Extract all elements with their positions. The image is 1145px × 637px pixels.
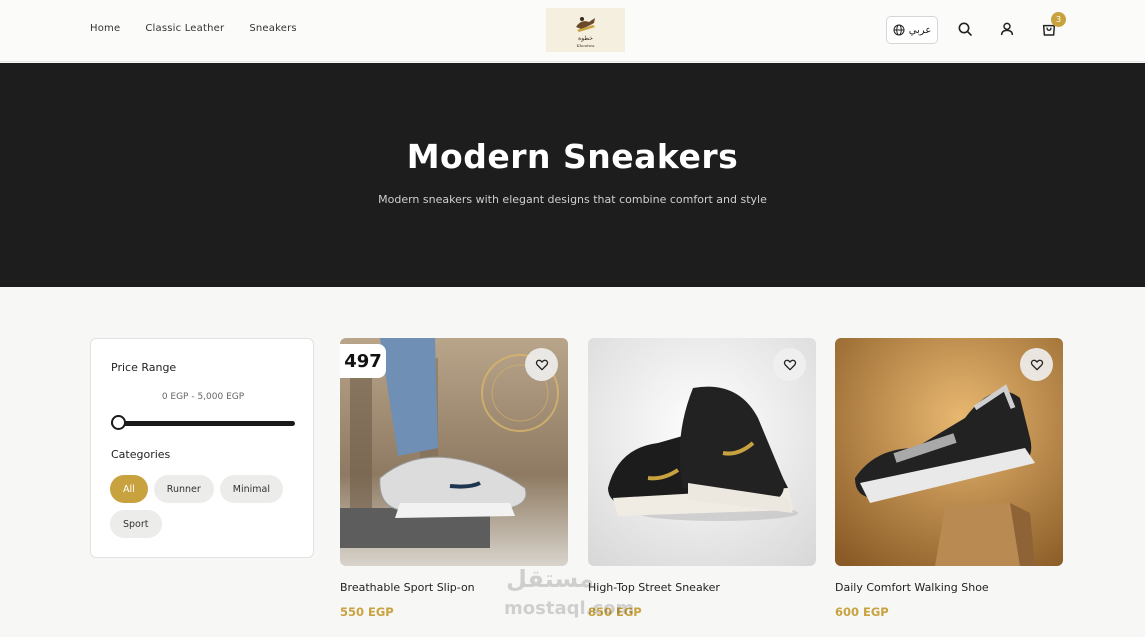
main-nav: Home Classic Leather Sneakers — [90, 23, 297, 34]
category-chip-minimal[interactable]: Minimal — [219, 475, 283, 503]
heart-icon — [535, 359, 548, 370]
page-title: Modern Sneakers — [406, 137, 739, 176]
favorite-button[interactable] — [1020, 348, 1053, 381]
globe-icon — [893, 24, 905, 36]
product-card[interactable]: 497 Breathable Sport Slip-on 550 EGP — [340, 338, 568, 619]
watermark: مستقل mostaql.com — [500, 565, 650, 635]
category-chips: All Runner Minimal Sport — [110, 475, 300, 538]
user-icon — [1000, 22, 1014, 36]
category-chip-sport[interactable]: Sport — [110, 510, 162, 538]
site-header: Home Classic Leather Sneakers خطوة Khout… — [0, 0, 1145, 62]
product-image[interactable]: 497 — [340, 338, 568, 566]
language-switch-button[interactable]: عربي — [886, 16, 938, 44]
logo-arabic-text: خطوة — [578, 34, 593, 42]
cart-count-badge: 3 — [1051, 12, 1066, 27]
product-name[interactable]: Breathable Sport Slip-on — [340, 581, 475, 594]
category-chip-all[interactable]: All — [110, 475, 148, 503]
product-card[interactable]: Daily Comfort Walking Shoe 600 EGP — [835, 338, 1063, 619]
hero-banner: Modern Sneakers Modern sneakers with ele… — [0, 63, 1145, 287]
product-price: 850 EGP — [588, 605, 642, 619]
product-price: 600 EGP — [835, 605, 889, 619]
product-image[interactable] — [588, 338, 816, 566]
favorite-button[interactable] — [525, 348, 558, 381]
page-subtitle: Modern sneakers with elegant designs tha… — [378, 193, 767, 206]
price-slider-track[interactable] — [111, 421, 295, 426]
nav-classic-leather-link[interactable]: Classic Leather — [145, 23, 224, 34]
price-slider-handle[interactable] — [111, 415, 126, 430]
price-range-title: Price Range — [111, 361, 177, 374]
categories-title: Categories — [111, 448, 171, 461]
nav-home-link[interactable]: Home — [90, 23, 120, 34]
brand-logo[interactable]: خطوة Khoutwa — [546, 8, 625, 52]
product-card[interactable]: High-Top Street Sneaker 850 EGP — [588, 338, 816, 619]
logo-latin-text: Khoutwa — [576, 42, 595, 48]
price-range-value: 0 EGP - 5,000 EGP — [161, 392, 245, 402]
watermark-arabic: مستقل — [506, 565, 594, 593]
category-chip-runner[interactable]: Runner — [153, 475, 214, 503]
product-name[interactable]: Daily Comfort Walking Shoe — [835, 581, 989, 594]
account-button[interactable] — [998, 20, 1016, 38]
product-number-badge: 497 — [340, 344, 386, 378]
heart-icon — [783, 359, 796, 370]
search-icon — [958, 22, 972, 36]
favorite-button[interactable] — [773, 348, 806, 381]
search-button[interactable] — [956, 20, 974, 38]
nav-sneakers-link[interactable]: Sneakers — [249, 23, 296, 34]
product-image[interactable] — [835, 338, 1063, 566]
heart-icon — [1030, 359, 1043, 370]
language-label: عربي — [908, 24, 932, 36]
logo-mark-icon — [575, 16, 595, 32]
product-name[interactable]: High-Top Street Sneaker — [588, 581, 720, 594]
filter-panel: Price Range 0 EGP - 5,000 EGP Categories… — [90, 338, 314, 558]
product-price: 550 EGP — [340, 605, 394, 619]
